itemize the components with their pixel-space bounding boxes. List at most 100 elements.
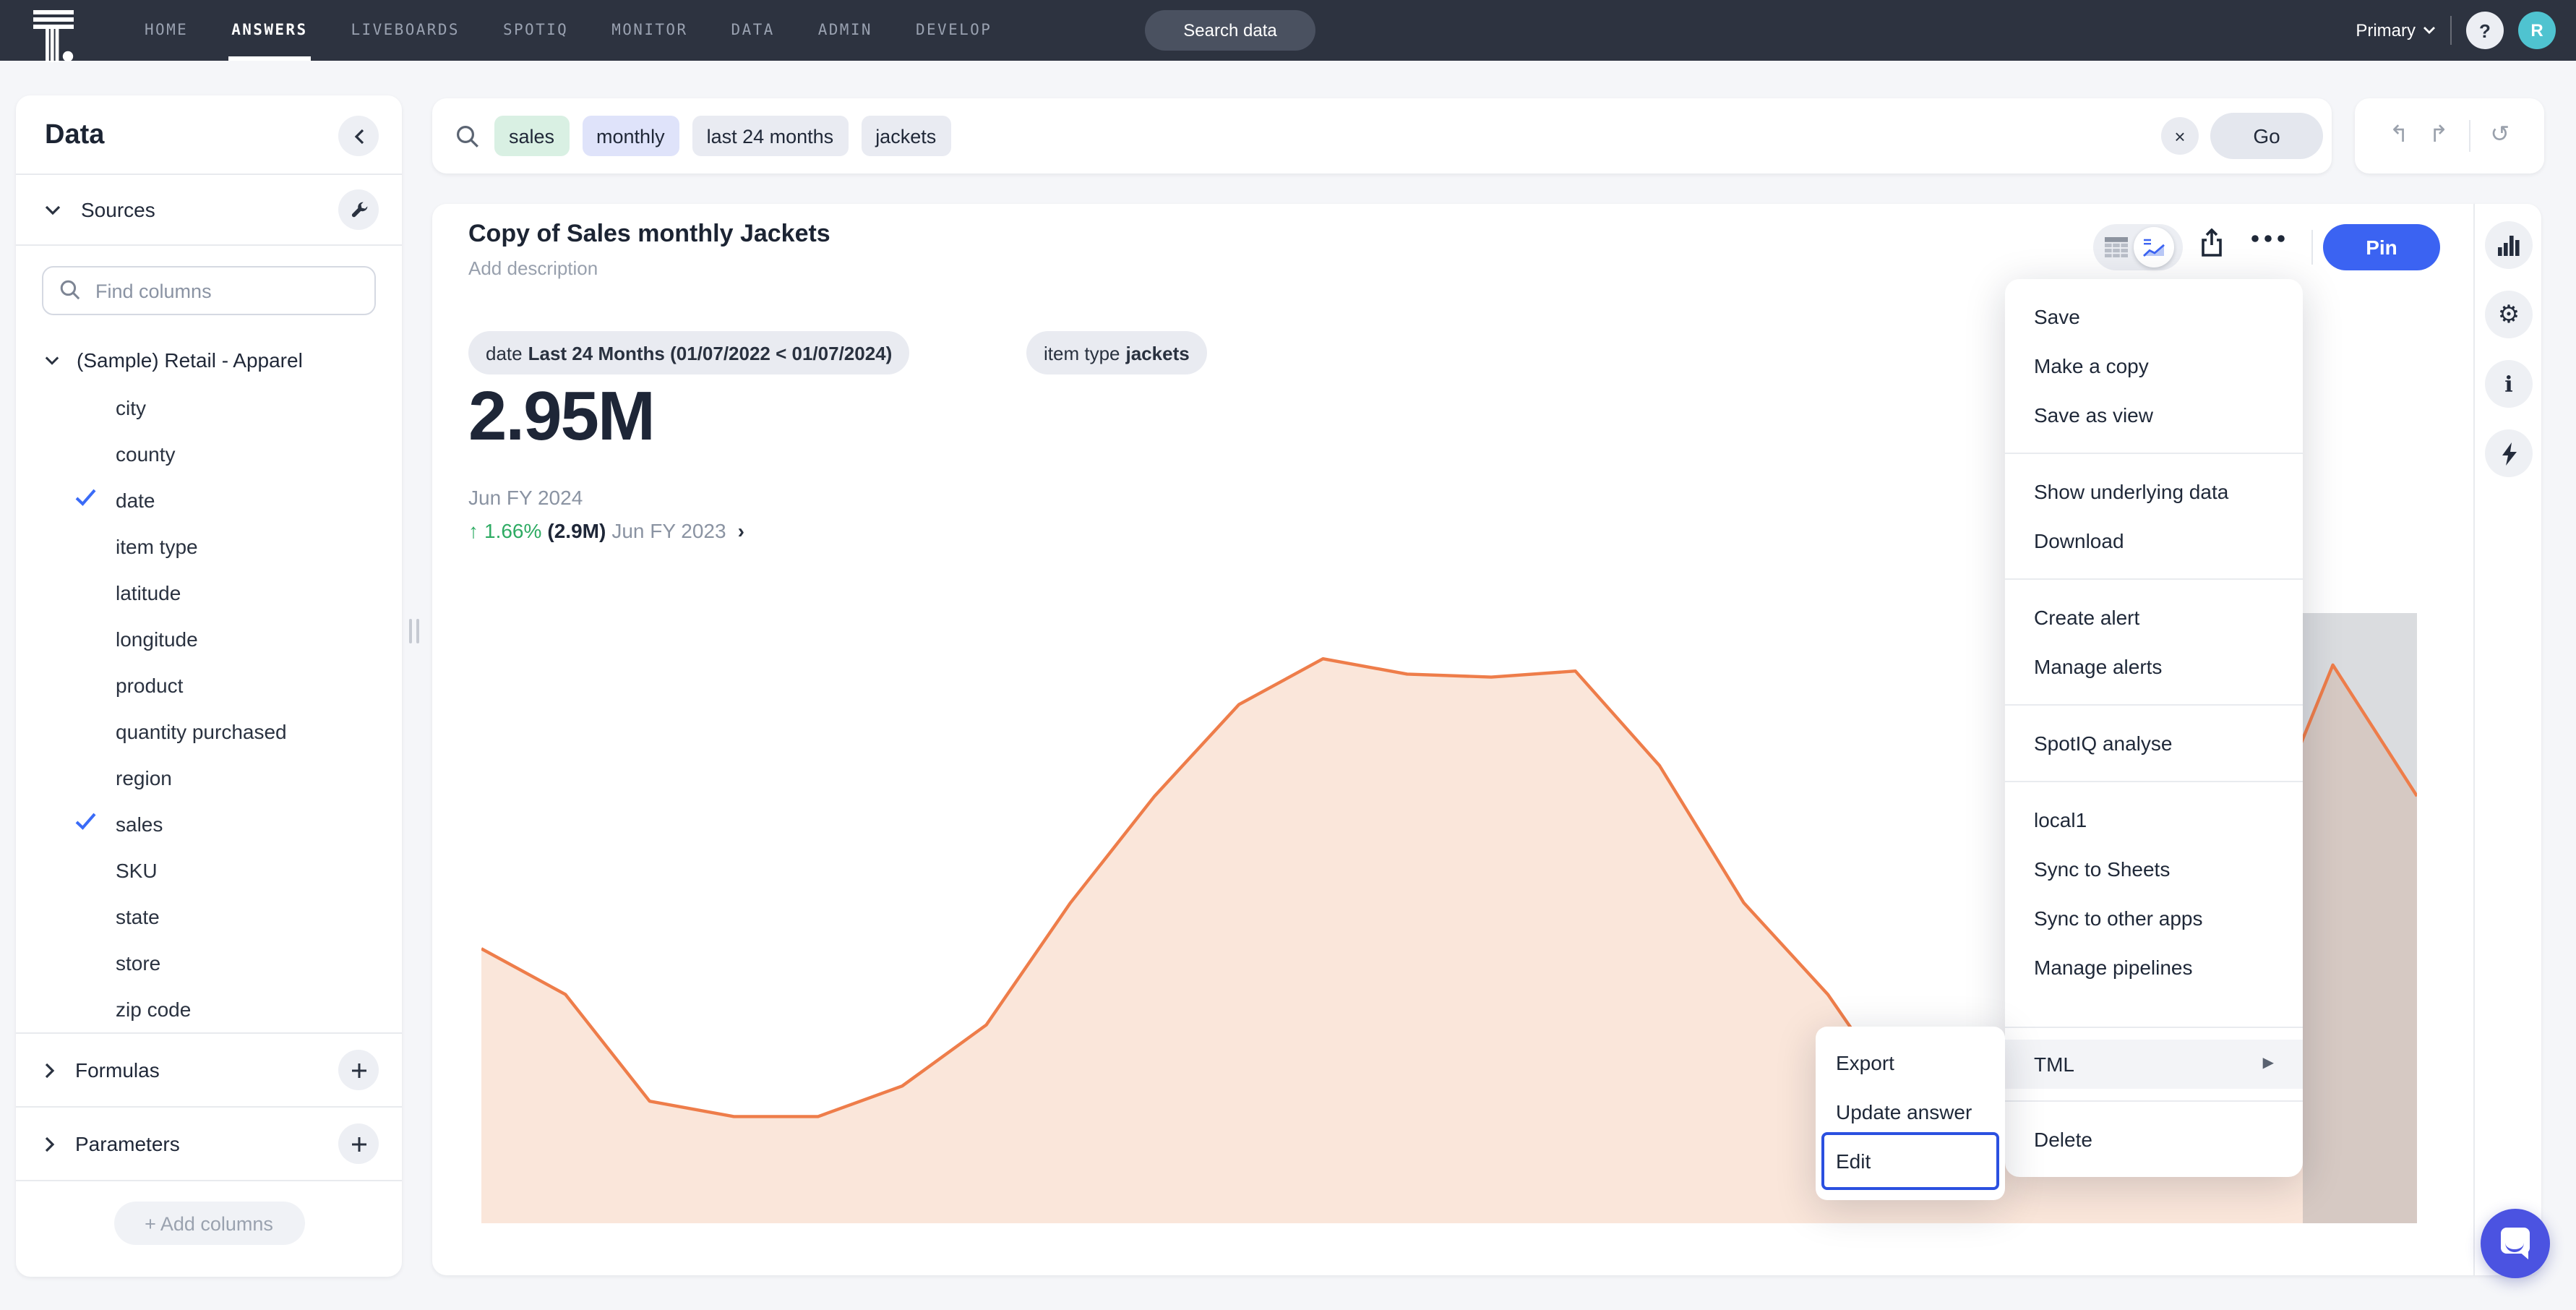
parameters-section[interactable]: Parameters [16, 1108, 402, 1180]
column-item-quantity-purchased[interactable]: quantity purchased [16, 708, 402, 755]
nav-tab-data[interactable]: DATA [731, 0, 775, 61]
kpi-period: Jun FY 2024 [468, 486, 583, 509]
menu-item-manage-alerts[interactable]: Manage alerts [2005, 642, 2303, 691]
add-columns-button[interactable]: + Add columns [113, 1202, 304, 1245]
redo-icon[interactable]: ↱ [2429, 124, 2449, 147]
nav-tab-monitor[interactable]: MONITOR [611, 0, 687, 61]
formulas-section[interactable]: Formulas [16, 1034, 402, 1106]
formulas-label: Formulas [75, 1058, 338, 1082]
data-panel-title: Data [45, 120, 104, 152]
menu-item-make-a-copy[interactable]: Make a copy [2005, 341, 2303, 390]
nav-tab-home[interactable]: HOME [145, 0, 188, 61]
column-item-product[interactable]: product [16, 662, 402, 708]
divider [16, 244, 402, 246]
up-arrow-icon: ↑ [468, 519, 478, 542]
column-item-latitude[interactable]: latitude [16, 570, 402, 616]
collapse-panel-button[interactable] [338, 116, 379, 156]
nav-tab-answers[interactable]: ANSWERS [231, 0, 307, 61]
nav-tab-admin[interactable]: ADMIN [818, 0, 872, 61]
nav-tab-develop[interactable]: DEVELOP [916, 0, 992, 61]
share-button[interactable] [2199, 228, 2225, 257]
menu-item-local1[interactable]: local1 [2005, 795, 2303, 844]
search-token-monthly[interactable]: monthly [582, 116, 679, 156]
plus-icon [351, 1062, 366, 1078]
panel-resize-handle[interactable] [409, 619, 419, 643]
nav-divider [2450, 16, 2452, 45]
kpi-change-row[interactable]: ↑ 1.66% (2.9M) Jun FY 2023 › [468, 519, 744, 542]
search-token-jackets[interactable]: jackets [861, 116, 950, 156]
nav-right-cluster: Primary ? R [2356, 0, 2556, 61]
reset-icon[interactable]: ↺ [2490, 124, 2510, 147]
undo-icon[interactable]: ↰ [2390, 124, 2409, 147]
nav-tab-spotiq[interactable]: SPOTIQ [503, 0, 568, 61]
menu-item-spotiq-analyse[interactable]: SpotIQ analyse [2005, 719, 2303, 768]
column-item-state[interactable]: state [16, 894, 402, 940]
sources-header[interactable]: Sources [16, 175, 402, 244]
chat-launcher-button[interactable] [2481, 1209, 2550, 1278]
lightning-icon [2500, 442, 2517, 465]
column-item-zip-code[interactable]: zip code [16, 986, 402, 1032]
settings-button[interactable]: ⚙ [2485, 291, 2533, 338]
search-bar[interactable]: sales monthly last 24 months jackets × Go [432, 98, 2332, 174]
spotiq-insights-button[interactable] [2485, 429, 2533, 477]
check-placeholder [75, 396, 98, 419]
menu-item-sync-to-other-apps[interactable]: Sync to other apps [2005, 894, 2303, 943]
column-item-date[interactable]: date [16, 477, 402, 523]
menu-item-delete[interactable]: Delete [2005, 1115, 2303, 1164]
column-item-SKU[interactable]: SKU [16, 847, 402, 894]
primary-nav: HOME ANSWERS LIVEBOARDS SPOTIQ MONITOR DATA AD… [145, 0, 992, 61]
go-button[interactable]: Go [2210, 113, 2323, 159]
menu-item-tml[interactable]: TML▶ [2005, 1040, 2303, 1089]
check-icon [75, 489, 98, 512]
check-placeholder [75, 581, 98, 604]
nav-tab-liveboards[interactable]: LIVEBOARDS [351, 0, 460, 61]
check-placeholder [75, 905, 98, 928]
chat-icon [2501, 1228, 2530, 1254]
add-formula-button[interactable] [338, 1050, 379, 1090]
pin-button[interactable]: Pin [2323, 224, 2440, 270]
answer-title[interactable]: Copy of Sales monthly Jackets [468, 220, 830, 249]
column-item-region[interactable]: region [16, 755, 402, 801]
menu-item-create-alert[interactable]: Create alert [2005, 593, 2303, 642]
menu-item-download[interactable]: Download [2005, 516, 2303, 565]
column-item-longitude[interactable]: longitude [16, 616, 402, 662]
more-options-button[interactable] [2251, 234, 2285, 243]
clear-search-button[interactable]: × [2161, 117, 2199, 155]
avatar[interactable]: R [2518, 12, 2556, 49]
nav-search-data-button[interactable]: Search data [1145, 10, 1315, 51]
add-parameter-button[interactable] [338, 1123, 379, 1164]
menu-item-sync-to-sheets[interactable]: Sync to Sheets [2005, 844, 2303, 894]
submenu-item-update-answer[interactable]: Update answer [1816, 1087, 2005, 1136]
help-button[interactable]: ? [2466, 12, 2504, 49]
choose-sources-button[interactable] [338, 189, 379, 230]
column-item-city[interactable]: city [16, 385, 402, 431]
column-item-store[interactable]: store [16, 940, 402, 986]
column-item-item-type[interactable]: item type [16, 523, 402, 570]
menu-item-show-underlying-data[interactable]: Show underlying data [2005, 467, 2303, 516]
column-item-sales[interactable]: sales [16, 801, 402, 847]
org-switcher[interactable]: Primary [2356, 20, 2436, 40]
search-token-last-24-months[interactable]: last 24 months [692, 116, 849, 156]
menu-item-save-as-view[interactable]: Save as view [2005, 390, 2303, 440]
check-placeholder [75, 859, 98, 882]
thoughtspot-logo-icon[interactable] [33, 10, 77, 56]
chart-config-button[interactable] [2485, 221, 2533, 269]
menu-item-manage-pipelines[interactable]: Manage pipelines [2005, 943, 2303, 992]
column-name: product [116, 674, 183, 697]
column-name: region [116, 766, 172, 789]
search-token-sales[interactable]: sales [494, 116, 569, 156]
submenu-item-edit[interactable]: Edit [1816, 1136, 2005, 1186]
info-button[interactable]: i [2485, 360, 2533, 408]
sources-label: Sources [81, 198, 338, 221]
chart-view-button[interactable] [2134, 227, 2174, 267]
filter-chip-item-type[interactable]: item typejackets [1026, 331, 1207, 374]
find-columns-input[interactable] [42, 266, 376, 315]
menu-item-save[interactable]: Save [2005, 292, 2303, 341]
chevron-right-icon [45, 1062, 55, 1078]
add-description[interactable]: Add description [468, 257, 598, 279]
source-table-row[interactable]: (Sample) Retail - Apparel [16, 335, 402, 385]
column-item-county[interactable]: county [16, 431, 402, 477]
table-view-button[interactable] [2105, 237, 2128, 257]
filter-chip-date[interactable]: dateLast 24 Months (01/07/2022 < 01/07/2… [468, 331, 909, 374]
submenu-item-export[interactable]: Export [1816, 1038, 2005, 1087]
